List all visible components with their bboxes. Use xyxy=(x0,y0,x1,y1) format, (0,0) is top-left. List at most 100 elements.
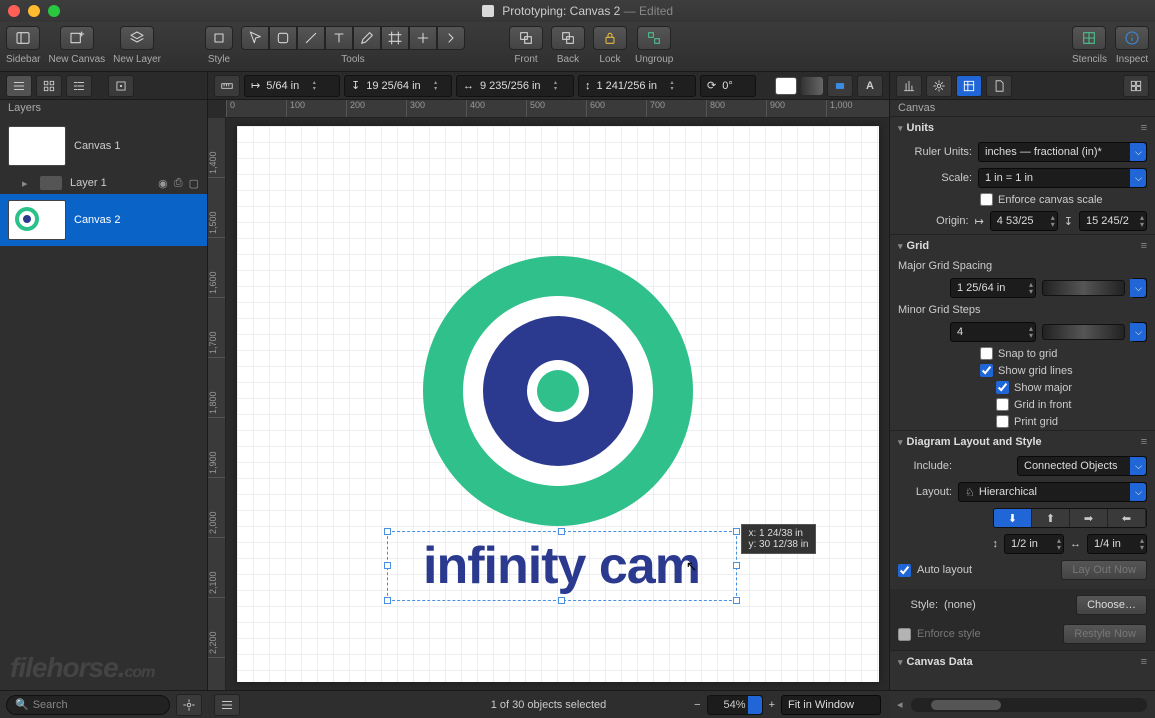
inspector-tab-object[interactable] xyxy=(896,75,922,97)
view-mode-outline-button[interactable] xyxy=(66,75,92,97)
layout-section-header[interactable]: Diagram Layout and Style≡ xyxy=(890,431,1155,453)
major-grid-field[interactable]: 1 25/64 in▴▾ xyxy=(950,278,1036,298)
scale-select[interactable]: 1 in = 1 in⌵ xyxy=(978,168,1147,188)
pen-tool-button[interactable] xyxy=(353,26,381,50)
zoom-out-button[interactable]: − xyxy=(694,699,700,711)
x-position-field[interactable]: ↦5/64 in▴▾ xyxy=(244,75,340,97)
inspector-expand-button[interactable] xyxy=(1123,75,1149,97)
resize-handle-ne[interactable] xyxy=(733,528,740,535)
bring-front-button[interactable] xyxy=(509,26,543,50)
choose-style-button[interactable]: Choose… xyxy=(1076,595,1147,615)
ungroup-button[interactable] xyxy=(637,26,671,50)
layout-now-button[interactable]: Lay Out Now xyxy=(1061,560,1147,580)
layer-options-button[interactable] xyxy=(108,75,134,97)
layout-direction-segmented[interactable]: ⬇ ⬆ ➡ ⬅ xyxy=(993,508,1147,528)
canvas-row[interactable]: Canvas 2 xyxy=(0,194,207,246)
lock-layer-icon[interactable]: ▢ xyxy=(189,177,199,190)
width-field[interactable]: ↔9 235/256 in▴▾ xyxy=(456,75,574,97)
fit-select[interactable]: Fit in Window xyxy=(781,695,881,715)
zoom-field[interactable]: 54% xyxy=(707,695,763,715)
include-select[interactable]: Connected Objects⌵ xyxy=(1017,456,1147,476)
snap-grid-checkbox[interactable]: Snap to grid xyxy=(890,345,1155,362)
text-tool-button[interactable] xyxy=(325,26,353,50)
inspect-button[interactable] xyxy=(1115,26,1149,50)
y-position-field[interactable]: ↧19 25/64 in▴▾ xyxy=(344,75,452,97)
height-field[interactable]: ↕1 241/256 in▴▾ xyxy=(578,75,696,97)
send-back-button[interactable] xyxy=(551,26,585,50)
logo-text[interactable]: infinity cam xyxy=(423,536,700,596)
canvas-page[interactable]: infinity cam x: 1 24/38 in y: 30 12/38 i… xyxy=(237,126,879,682)
grid-front-checkbox[interactable]: Grid in front xyxy=(890,396,1155,413)
grid-section-header[interactable]: Grid≡ xyxy=(890,235,1155,257)
direction-down-button[interactable]: ⬇ xyxy=(994,509,1032,527)
visibility-icon[interactable]: ◉ xyxy=(158,177,168,190)
stroke-style-swatch[interactable] xyxy=(801,77,823,95)
rotation-field[interactable]: ⟳0° xyxy=(700,75,756,97)
direction-up-button[interactable]: ⬆ xyxy=(1032,509,1070,527)
logo-rings[interactable] xyxy=(423,256,693,526)
origin-y-field[interactable]: 15 245/2▴▾ xyxy=(1079,211,1147,231)
h-spacing-field[interactable]: 1/4 in▴▾ xyxy=(1087,534,1147,554)
canvas-data-section-header[interactable]: Canvas Data≡ xyxy=(890,651,1155,674)
stencils-button[interactable] xyxy=(1072,26,1106,50)
view-mode-grid-button[interactable] xyxy=(36,75,62,97)
collapse-icon[interactable]: ◂ xyxy=(889,698,903,711)
resize-handle-sw[interactable] xyxy=(384,597,391,604)
show-major-checkbox[interactable]: Show major xyxy=(890,379,1155,396)
section-menu-icon[interactable]: ≡ xyxy=(1141,240,1147,252)
major-grid-color-select[interactable]: ⌵ xyxy=(1131,278,1147,298)
fill-color-swatch[interactable] xyxy=(775,77,797,95)
horizontal-ruler[interactable]: 01002003004005006007008009001,000 xyxy=(226,100,889,118)
origin-x-field[interactable]: 4 53/25▴▾ xyxy=(990,211,1058,231)
layer-row[interactable]: ▸ Layer 1 ◉ ⎙ ▢ xyxy=(0,172,207,194)
line-tool-button[interactable] xyxy=(297,26,325,50)
vertical-ruler[interactable]: 1,4001,5001,6001,7001,8001,9002,0002,100… xyxy=(208,118,226,690)
print-grid-checkbox[interactable]: Print grid xyxy=(890,413,1155,430)
section-menu-icon[interactable]: ≡ xyxy=(1141,436,1147,448)
sidebar-toggle-button[interactable] xyxy=(6,26,40,50)
inspector-tab-canvas[interactable] xyxy=(956,75,982,97)
horizontal-scrollbar[interactable] xyxy=(911,698,1147,712)
point-tool-button[interactable] xyxy=(409,26,437,50)
view-mode-list-button[interactable] xyxy=(6,75,32,97)
v-spacing-field[interactable]: 1/2 in▴▾ xyxy=(1004,534,1064,554)
selection-tool-button[interactable] xyxy=(241,26,269,50)
lock-button[interactable] xyxy=(593,26,627,50)
resize-handle-n[interactable] xyxy=(558,528,565,535)
inspector-tab-properties[interactable] xyxy=(926,75,952,97)
canvas-viewport[interactable]: infinity cam x: 1 24/38 in y: 30 12/38 i… xyxy=(226,118,889,690)
zoom-in-button[interactable]: + xyxy=(769,699,775,711)
text-style-button[interactable]: A xyxy=(857,75,883,97)
resize-handle-se[interactable] xyxy=(733,597,740,604)
disclosure-icon[interactable]: ▸ xyxy=(22,177,32,190)
canvas-row[interactable]: Canvas 1 xyxy=(0,120,207,172)
presentation-mode-button[interactable] xyxy=(214,694,240,716)
auto-layout-checkbox[interactable] xyxy=(898,564,911,577)
ruler-units-select[interactable]: inches — fractional (in)*⌵ xyxy=(978,142,1147,162)
enforce-style-checkbox[interactable] xyxy=(898,628,911,641)
shape-preset-button[interactable] xyxy=(827,75,853,97)
inspector-tab-document[interactable] xyxy=(986,75,1012,97)
layer-settings-button[interactable] xyxy=(176,694,202,716)
print-icon[interactable]: ⎙ xyxy=(174,177,183,190)
resize-handle-s[interactable] xyxy=(558,597,565,604)
ruler-toggle-button[interactable] xyxy=(214,75,240,97)
enforce-scale-checkbox[interactable]: Enforce canvas scale xyxy=(890,191,1155,208)
resize-handle-w[interactable] xyxy=(384,562,391,569)
more-tools-button[interactable] xyxy=(437,26,465,50)
text-object-selection[interactable]: infinity cam x: 1 24/38 in y: 30 12/38 i… xyxy=(387,531,737,601)
direction-left-button[interactable]: ⬅ xyxy=(1108,509,1146,527)
minor-grid-field[interactable]: 4▴▾ xyxy=(950,322,1036,342)
artboard-tool-button[interactable] xyxy=(381,26,409,50)
units-section-header[interactable]: Units≡ xyxy=(890,117,1155,139)
resize-handle-nw[interactable] xyxy=(384,528,391,535)
direction-right-button[interactable]: ➡ xyxy=(1070,509,1108,527)
style-button[interactable] xyxy=(205,26,233,50)
resize-handle-e[interactable] xyxy=(733,562,740,569)
new-layer-button[interactable] xyxy=(120,26,154,50)
section-menu-icon[interactable]: ≡ xyxy=(1141,122,1147,134)
shape-tool-button[interactable] xyxy=(269,26,297,50)
restyle-now-button[interactable]: Restyle Now xyxy=(1063,624,1147,644)
minor-grid-color-select[interactable]: ⌵ xyxy=(1131,322,1147,342)
section-menu-icon[interactable]: ≡ xyxy=(1141,656,1147,668)
